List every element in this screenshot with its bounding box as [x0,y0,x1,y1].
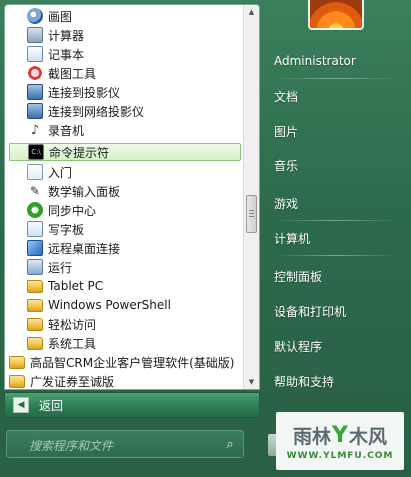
right-item-documents[interactable]: 文档 [268,84,404,108]
watermark-char: Y [332,422,348,448]
folder-icon [27,279,43,293]
user-avatar[interactable] [308,0,364,30]
run-icon [27,259,43,275]
program-item-command-prompt[interactable]: C:\ 命令提示符 [9,143,241,161]
program-item-sound-recorder[interactable]: ♪ 录音机 [27,121,241,139]
program-item-label: 截图工具 [48,66,97,81]
all-programs-panel: 画图 计算器 记事本 截图工具 连接到投影仪 连接到网络投影仪 ♪ 录音机 C:… [4,4,260,390]
folder-icon [9,374,25,388]
search-icon[interactable]: ⌕ [222,437,238,453]
program-item-connect-projector[interactable]: 连接到投影仪 [27,83,241,101]
right-item-help-support[interactable]: 帮助和支持 [268,369,404,393]
watermark-title: 雨 林 Y 木 风 [293,422,387,449]
program-folder-powershell[interactable]: Windows PowerShell [27,296,241,314]
program-item-label: 命令提示符 [49,145,110,160]
program-item-run[interactable]: 运行 [27,258,241,276]
program-item-label: 系统工具 [48,336,97,351]
program-item-label: 连接到投影仪 [48,85,121,100]
program-item-wordpad[interactable]: 写字板 [27,220,241,238]
scroll-up-arrow-icon[interactable]: ▲ [244,5,259,19]
command-prompt-icon: C:\ [28,144,44,160]
program-item-label: 画图 [48,9,73,24]
snipping-tool-icon [27,65,43,81]
program-item-label: 高品智CRM企业客户管理软件(基础版) [30,355,235,370]
right-item-default-programs[interactable]: 默认程序 [268,334,404,358]
right-item-pictures[interactable]: 图片 [268,119,404,143]
back-arrow-icon: ◀ [13,397,29,413]
shutdown-button[interactable] [268,434,276,456]
right-item-computer[interactable]: 计算机 [268,226,404,256]
program-item-label: Tablet PC [48,279,104,293]
folder-icon [9,355,25,369]
program-item-label: 广发证券至诚版 [30,374,115,389]
scroll-down-arrow-icon[interactable]: ▼ [244,375,259,389]
right-item-control-panel[interactable]: 控制面板 [268,264,404,288]
folder-icon [27,298,43,312]
program-item-label: 同步中心 [48,203,97,218]
right-item-user[interactable]: Administrator [268,49,404,79]
sync-icon [27,202,43,218]
program-item-label: Windows PowerShell [48,298,171,312]
program-item-remote-desktop[interactable]: 远程桌面连接 [27,239,241,257]
pen-icon: ✎ [29,184,41,198]
network-projector-icon [27,103,43,119]
program-item-label: 远程桌面连接 [48,241,121,256]
program-item-paint[interactable]: 画图 [27,7,241,25]
program-item-network-projector[interactable]: 连接到网络投影仪 [27,102,241,120]
scroll-thumb[interactable] [246,195,257,233]
wordpad-icon [27,221,43,237]
projector-icon [27,84,43,100]
program-item-getting-started[interactable]: 入门 [27,163,241,181]
program-item-math-input[interactable]: ✎ 数学输入面板 [27,182,241,200]
calculator-icon [27,27,43,43]
program-item-label: 入门 [48,165,73,180]
program-item-calculator[interactable]: 计算器 [27,26,241,44]
program-item-label: 记事本 [48,47,85,62]
program-item-label: 轻松访问 [48,317,97,332]
program-folder-ease-of-access[interactable]: 轻松访问 [27,315,241,333]
right-item-games[interactable]: 游戏 [268,191,404,221]
notepad-icon [27,46,43,62]
watermark-char: 木 [348,425,368,448]
right-item-devices-printers[interactable]: 设备和打印机 [268,299,404,323]
document-icon [27,164,43,180]
right-item-music[interactable]: 音乐 [268,153,404,177]
program-list-scrollbar[interactable]: ▲ ▼ [243,5,259,389]
program-folder-gf-securities[interactable]: 广发证券至诚版 [9,372,241,389]
watermark-url: WWW.YLMFU.COM [286,450,394,461]
watermark-logo: 雨 林 Y 木 风 WWW.YLMFU.COM [276,412,404,470]
folder-icon [27,317,43,331]
watermark-char: 风 [367,425,387,448]
start-menu: 画图 计算器 记事本 截图工具 连接到投影仪 连接到网络投影仪 ♪ 录音机 C:… [0,0,411,477]
remote-desktop-icon [27,240,43,256]
paint-icon [27,8,43,24]
back-button[interactable]: ◀ 返回 [4,392,260,418]
program-folder-crm[interactable]: 高品智CRM企业客户管理软件(基础版) [9,353,241,371]
program-item-label: 数学输入面板 [48,184,121,199]
microphone-icon: ♪ [30,122,40,138]
watermark-char: 雨 [293,425,313,448]
program-list: 画图 计算器 记事本 截图工具 连接到投影仪 连接到网络投影仪 ♪ 录音机 C:… [5,5,243,389]
program-item-label: 录音机 [48,123,85,138]
program-item-notepad[interactable]: 记事本 [27,45,241,63]
folder-icon [27,336,43,350]
program-item-label: 运行 [48,260,73,275]
program-folder-tablet-pc[interactable]: Tablet PC [27,277,241,295]
back-button-label: 返回 [39,398,64,413]
program-item-label: 写字板 [48,222,85,237]
program-item-sync-center[interactable]: 同步中心 [27,201,241,219]
watermark-char: 林 [312,425,332,448]
search-input[interactable]: 搜索程序和文件 [6,430,244,458]
program-item-label: 连接到网络投影仪 [48,104,145,119]
program-folder-system-tools[interactable]: 系统工具 [27,334,241,352]
program-item-label: 计算器 [48,28,85,43]
program-item-snipping-tool[interactable]: 截图工具 [27,64,241,82]
